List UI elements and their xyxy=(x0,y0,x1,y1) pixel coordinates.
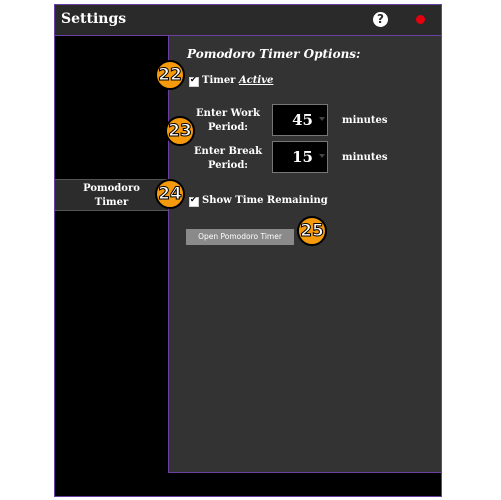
work-period-input[interactable]: 45 xyxy=(272,104,328,136)
sidebar-item-label-line1: Pomodoro xyxy=(83,183,140,194)
callout-badge-25: 25 xyxy=(297,216,327,246)
chevron-down-icon[interactable] xyxy=(319,154,325,158)
title-bar: Settings ? xyxy=(55,5,441,36)
work-period-unit: minutes xyxy=(342,115,388,126)
help-icon[interactable]: ? xyxy=(373,12,388,27)
open-pomodoro-timer-button[interactable]: Open Pomodoro Timer xyxy=(186,229,294,245)
callout-badge-22: 22 xyxy=(155,60,185,90)
callout-badge-24: 24 xyxy=(155,179,185,209)
chevron-down-icon[interactable] xyxy=(319,117,325,121)
show-time-remaining-label: Show Time Remaining xyxy=(202,195,328,206)
close-icon[interactable] xyxy=(416,15,425,24)
window-title: Settings xyxy=(61,11,127,27)
break-period-input[interactable]: 15 xyxy=(272,141,328,173)
settings-window: Settings ? Pomodoro Timer Pomodoro Timer… xyxy=(54,4,442,497)
panel-title: Pomodoro Timer Options: xyxy=(187,47,361,61)
show-time-remaining-checkbox[interactable] xyxy=(189,195,199,207)
options-panel: Pomodoro Timer Options: Timer Active Ent… xyxy=(168,36,441,473)
timer-active-checkbox[interactable] xyxy=(189,75,199,87)
timer-active-label: Timer Active xyxy=(202,75,274,86)
sidebar-item-label-line2: Timer xyxy=(94,197,129,208)
sidebar-item-pomodoro-timer[interactable]: Pomodoro Timer xyxy=(55,179,168,211)
callout-badge-23: 23 xyxy=(165,116,195,146)
break-period-label: Enter Break Period: xyxy=(193,146,263,171)
work-period-label: Enter Work Period: xyxy=(196,108,260,133)
break-period-unit: minutes xyxy=(342,152,388,163)
sidebar: Pomodoro Timer xyxy=(55,36,168,496)
